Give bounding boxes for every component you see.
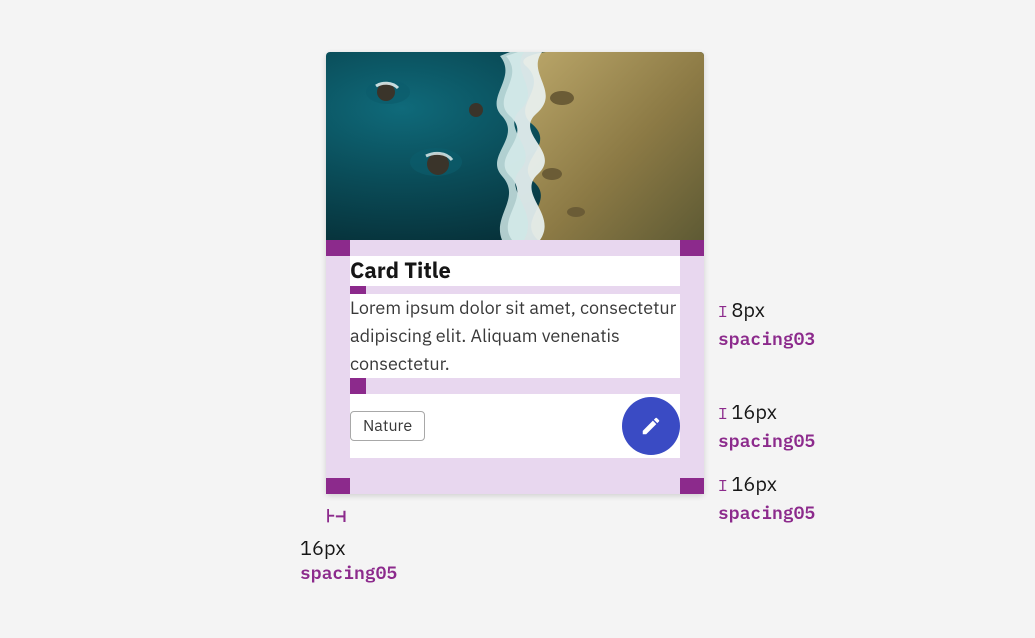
tag-nature[interactable]: Nature: [350, 411, 425, 441]
annotation-token: spacing05: [718, 501, 815, 524]
annotation-gap-16: I 16px spacing05: [718, 398, 815, 452]
padding-bottom-highlight: [326, 458, 704, 494]
pencil-icon: [640, 415, 662, 437]
annotation-token: spacing03: [718, 327, 815, 350]
annotation-token: spacing05: [300, 561, 397, 584]
marker-top-right: [680, 240, 704, 256]
card: Card Title Lorem ipsum dolor sit amet, c…: [326, 52, 704, 494]
vertical-measure-icon: I: [718, 476, 728, 496]
vertical-measure-icon: I: [718, 302, 728, 322]
card-image: [326, 52, 704, 240]
annotation-px: 16px: [731, 470, 777, 497]
coastline-image: [326, 52, 704, 240]
annotation-px: 16px: [300, 534, 397, 561]
horizontal-measure-icon: ⊦⊣: [326, 504, 346, 527]
marker-bottom-right: [680, 478, 704, 494]
annotation-px: 8px: [731, 296, 765, 323]
annotation-padding-bottom: I 16px spacing05: [718, 470, 815, 524]
card-title: Card Title: [350, 256, 680, 286]
padding-left-highlight: [326, 240, 350, 494]
annotation-padding-left: 16px spacing05: [300, 528, 397, 584]
card-body: Lorem ipsum dolor sit amet, consectetur …: [350, 294, 680, 378]
marker-top-left: [326, 240, 350, 256]
annotation-gap-8: I 8px spacing03: [718, 296, 815, 350]
edit-button[interactable]: [622, 397, 680, 455]
padding-right-highlight: [680, 240, 704, 494]
annotation-px: 16px: [731, 398, 777, 425]
annotation-token: spacing05: [718, 429, 815, 452]
card-footer: Nature: [350, 394, 680, 458]
card-content: Card Title Lorem ipsum dolor sit amet, c…: [350, 256, 680, 458]
vertical-measure-icon: I: [718, 404, 728, 424]
padding-top-highlight: [326, 240, 704, 256]
marker-bottom-left: [326, 478, 350, 494]
